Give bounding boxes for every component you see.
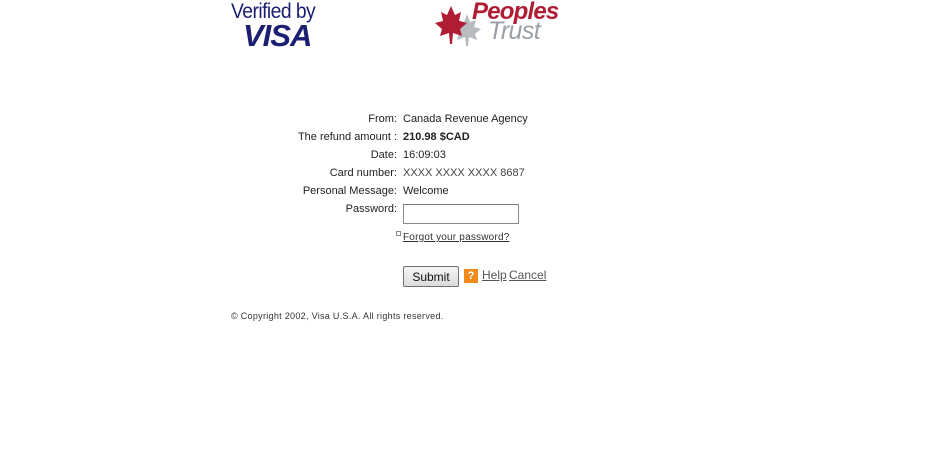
message-row: Personal Message: Welcome bbox=[230, 185, 630, 203]
submit-button[interactable]: Submit bbox=[403, 266, 459, 287]
help-link[interactable]: Help bbox=[482, 268, 507, 282]
from-label: From: bbox=[368, 113, 397, 125]
peoples-trust-logo: Peoples Trust bbox=[434, 0, 559, 50]
from-row: From: Canada Revenue Agency bbox=[230, 113, 630, 131]
password-input[interactable] bbox=[403, 204, 519, 224]
date-row: Date: 16:09:03 bbox=[230, 149, 630, 167]
forgot-password-link[interactable]: Forgot your password? bbox=[403, 232, 509, 243]
maple-leaf-red-icon bbox=[435, 6, 467, 44]
card-value: XXXX XXXX XXXX 8687 bbox=[403, 167, 525, 179]
copyright-text: © Copyright 2002, Visa U.S.A. All rights… bbox=[231, 311, 444, 321]
card-row: Card number: XXXX XXXX XXXX 8687 bbox=[230, 167, 630, 185]
card-label: Card number: bbox=[329, 167, 397, 179]
refund-label: The refund amount : bbox=[297, 131, 397, 143]
verified-by-visa-logo: Verified by VISA bbox=[231, 0, 326, 53]
password-label: Password: bbox=[345, 203, 397, 215]
visa-logo-line2: VISA bbox=[243, 18, 312, 53]
help-icon[interactable]: ? bbox=[464, 269, 478, 283]
date-label: Date: bbox=[370, 149, 397, 161]
message-label: Personal Message: bbox=[302, 185, 397, 197]
from-value: Canada Revenue Agency bbox=[403, 113, 528, 125]
cancel-link[interactable]: Cancel bbox=[509, 268, 546, 282]
date-value: 16:09:03 bbox=[403, 149, 446, 161]
message-value: Welcome bbox=[403, 185, 449, 197]
bank-logo-line2: Trust bbox=[488, 17, 541, 45]
refund-value: 210.98 $CAD bbox=[403, 131, 470, 143]
bullet-icon bbox=[396, 231, 401, 236]
refund-row: The refund amount : 210.98 $CAD bbox=[230, 131, 630, 149]
